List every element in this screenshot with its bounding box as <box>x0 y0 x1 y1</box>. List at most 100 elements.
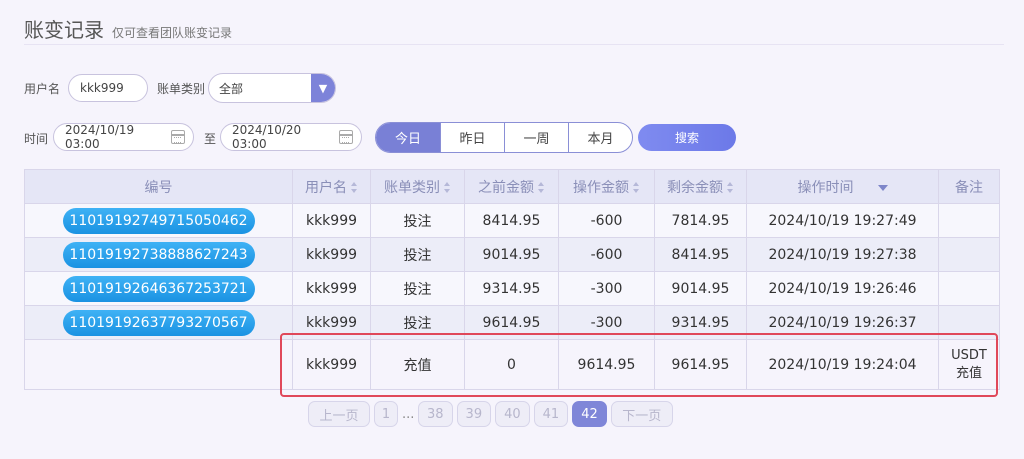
current-page-button[interactable]: 42 <box>572 401 607 427</box>
sort-icon[interactable] <box>538 182 545 193</box>
id-cell: 11019192637793270567 <box>24 305 293 340</box>
user-cell: kkk999 <box>292 271 371 306</box>
page-button[interactable]: 40 <box>495 401 530 427</box>
page-header: 账变记录 仅可查看团队账变记录 <box>24 14 232 42</box>
transaction-id-button[interactable]: 11019192749715050462 <box>62 207 255 234</box>
page-subtitle: 仅可查看团队账变记录 <box>112 26 233 40</box>
time-cell: 2024/10/19 19:27:38 <box>746 237 939 272</box>
note-line-1: USDT <box>951 347 987 363</box>
col-header-note: 备注 <box>938 169 1000 204</box>
pagination-ellipsis: ... <box>402 406 415 422</box>
time-cell: 2024/10/19 19:26:46 <box>746 271 939 306</box>
page-button[interactable]: 41 <box>533 401 569 427</box>
after-cell: 9014.95 <box>654 271 747 306</box>
username-label: 用户名 <box>24 82 61 96</box>
page-button[interactable]: 1 <box>374 401 398 427</box>
time-cell: 2024/10/19 19:24:04 <box>746 339 939 390</box>
id-cell: 11019192738888627243 <box>24 237 293 272</box>
col-header-type[interactable]: 账单类别 <box>370 169 465 204</box>
table-header-row: 编号 用户名 账单类别 之前金额 操作金额 剩余金额 操作时间 备注 <box>24 169 1000 204</box>
transactions-table: 编号 用户名 账单类别 之前金额 操作金额 剩余金额 操作时间 备注 11019… <box>24 169 1000 390</box>
note-cell <box>938 203 1000 238</box>
sort-icon[interactable] <box>727 182 734 193</box>
table-row: 11019192637793270567 kkk999 投注 9614.95 -… <box>24 305 1000 340</box>
sort-desc-icon[interactable] <box>877 184 888 191</box>
note-cell <box>938 237 1000 272</box>
type-label: 账单类别 <box>157 82 206 96</box>
before-cell: 9014.95 <box>464 237 559 272</box>
col-header-before[interactable]: 之前金额 <box>464 169 559 204</box>
type-cell: 投注 <box>370 203 465 238</box>
col-header-time[interactable]: 操作时间 <box>746 169 939 204</box>
username-input[interactable]: kkk999 <box>68 74 148 102</box>
after-cell: 7814.95 <box>654 203 747 238</box>
amount-cell: -600 <box>558 237 655 272</box>
note-cell <box>938 271 1000 306</box>
page-button[interactable]: 39 <box>456 401 492 427</box>
range-month-button[interactable]: 本月 <box>568 123 632 152</box>
search-button[interactable]: 搜索 <box>638 124 736 151</box>
date-range-tabs: 今日 昨日 一周 本月 <box>375 122 633 153</box>
calendar-icon[interactable] <box>339 130 353 144</box>
type-select-value: 全部 <box>219 81 244 96</box>
note-cell <box>938 305 1000 340</box>
transaction-id-button[interactable]: 11019192738888627243 <box>62 241 255 268</box>
range-today-button[interactable]: 今日 <box>376 123 440 152</box>
calendar-icon[interactable] <box>171 130 185 144</box>
col-header-id: 编号 <box>24 169 293 204</box>
time-cell: 2024/10/19 19:26:37 <box>746 305 939 340</box>
username-value: kkk999 <box>80 81 124 95</box>
start-date-value: 2024/10/19 03:00 <box>65 123 135 151</box>
sort-icon[interactable] <box>351 182 358 193</box>
col-header-user[interactable]: 用户名 <box>292 169 371 204</box>
time-label: 时间 <box>24 132 49 146</box>
before-cell: 9614.95 <box>464 305 559 340</box>
sort-icon[interactable] <box>444 182 451 193</box>
col-header-after[interactable]: 剩余金额 <box>654 169 747 204</box>
start-date-input[interactable]: 2024/10/19 03:00 <box>53 123 194 151</box>
id-cell <box>24 339 293 390</box>
amount-cell: 9614.95 <box>558 339 655 390</box>
range-yesterday-button[interactable]: 昨日 <box>440 123 504 152</box>
before-cell: 0 <box>464 339 559 390</box>
pagination: 上一页 1 ... 38 39 40 41 42 下一页 <box>308 401 673 427</box>
amount-cell: -300 <box>558 271 655 306</box>
user-cell: kkk999 <box>292 237 371 272</box>
table-row: 11019192738888627243 kkk999 投注 9014.95 -… <box>24 237 1000 272</box>
before-cell: 9314.95 <box>464 271 559 306</box>
to-label: 至 <box>204 132 217 146</box>
range-week-button[interactable]: 一周 <box>504 123 568 152</box>
title-divider <box>24 44 1004 45</box>
table-row: kkk999 充值 0 9614.95 9614.95 2024/10/19 1… <box>24 339 1000 390</box>
before-cell: 8414.95 <box>464 203 559 238</box>
next-page-button[interactable]: 下一页 <box>610 401 673 427</box>
time-cell: 2024/10/19 19:27:49 <box>746 203 939 238</box>
prev-page-button[interactable]: 上一页 <box>308 401 370 427</box>
amount-cell: -600 <box>558 203 655 238</box>
after-cell: 8414.95 <box>654 237 747 272</box>
id-cell: 11019192646367253721 <box>24 271 293 306</box>
note-line-2: 充值 <box>955 365 982 381</box>
user-cell: kkk999 <box>292 339 371 390</box>
id-cell: 11019192749715050462 <box>24 203 293 238</box>
transaction-id-button[interactable]: 11019192637793270567 <box>62 309 255 336</box>
page-title: 账变记录 <box>24 18 104 42</box>
col-header-amount[interactable]: 操作金额 <box>558 169 655 204</box>
type-cell: 投注 <box>370 271 465 306</box>
type-cell: 投注 <box>370 237 465 272</box>
page-button[interactable]: 38 <box>418 401 453 427</box>
type-cell: 充值 <box>370 339 465 390</box>
chevron-down-icon[interactable]: ▼ <box>311 74 335 102</box>
table-row: 11019192646367253721 kkk999 投注 9314.95 -… <box>24 271 1000 306</box>
type-select[interactable]: 全部 ▼ <box>208 73 336 103</box>
after-cell: 9314.95 <box>654 305 747 340</box>
user-cell: kkk999 <box>292 305 371 340</box>
end-date-value: 2024/10/20 03:00 <box>232 123 302 151</box>
type-cell: 投注 <box>370 305 465 340</box>
user-cell: kkk999 <box>292 203 371 238</box>
sort-icon[interactable] <box>633 182 640 193</box>
after-cell: 9614.95 <box>654 339 747 390</box>
transaction-id-button[interactable]: 11019192646367253721 <box>62 275 255 302</box>
table-row: 11019192749715050462 kkk999 投注 8414.95 -… <box>24 203 1000 238</box>
end-date-input[interactable]: 2024/10/20 03:00 <box>220 123 362 151</box>
